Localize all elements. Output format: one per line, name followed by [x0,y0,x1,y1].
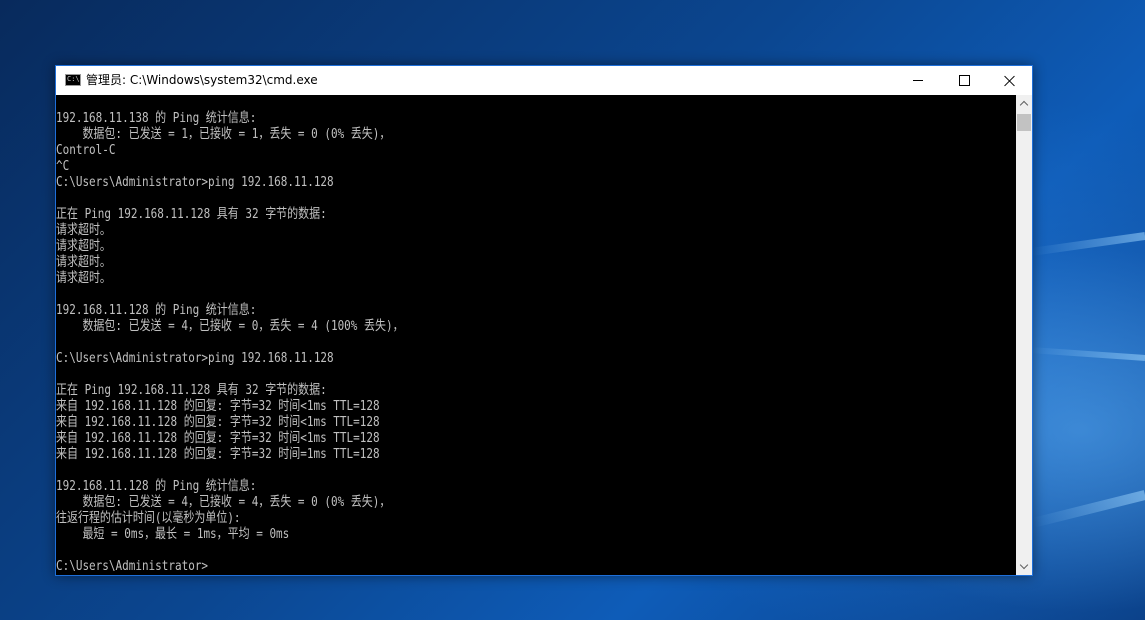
close-icon [1004,75,1016,87]
wallpaper-light-beam [1030,346,1145,361]
console-line: 192.168.11.128 的 Ping 统计信息: [56,303,257,318]
chevron-up-icon [1019,100,1029,110]
console-line: Control-C [56,143,116,158]
console-line: 正在 Ping 192.168.11.128 具有 32 字节的数据: [56,207,327,222]
vertical-scrollbar[interactable] [1016,95,1032,575]
minimize-icon [913,80,923,81]
console-line: C:\Users\Administrator>ping 192.168.11.1… [56,175,334,190]
scroll-thumb[interactable] [1017,114,1031,131]
close-button[interactable] [987,66,1033,95]
cmd-window[interactable]: C:\ 管理员: C:\Windows\system32\cmd.exe 192… [55,65,1033,576]
console-line: 192.168.11.128 的 Ping 统计信息: [56,479,257,494]
console-line: 正在 Ping 192.168.11.128 具有 32 字节的数据: [56,383,327,398]
console-line: 192.168.11.138 的 Ping 统计信息: [56,111,257,126]
console-line: 请求超时。 [56,239,111,254]
console-line: ^C [56,159,70,174]
console-line: 往返行程的估计时间(以毫秒为单位): [56,511,241,526]
chevron-down-icon [1019,560,1029,570]
console-line: 数据包: 已发送 = 4，已接收 = 4，丢失 = 0 (0% 丢失)， [56,495,391,510]
maximize-icon [958,75,970,86]
console-output[interactable]: 192.168.11.138 的 Ping 统计信息: 数据包: 已发送 = 1… [56,95,1016,575]
title-bar[interactable]: C:\ 管理员: C:\Windows\system32\cmd.exe [56,66,1032,95]
console-line: 来自 192.168.11.128 的回复: 字节=32 时间<1ms TTL=… [56,415,380,430]
wallpaper-light-beam [1030,232,1145,256]
maximize-button[interactable] [941,66,987,95]
window-title: 管理员: C:\Windows\system32\cmd.exe [86,73,318,87]
cmd-app-icon-text: C:\ [67,75,80,83]
console-line: 来自 192.168.11.128 的回复: 字节=32 时间=1ms TTL=… [56,447,380,462]
console-line: 数据包: 已发送 = 1，已接收 = 1，丢失 = 0 (0% 丢失)， [56,127,391,142]
console-line: C:\Users\Administrator>ping 192.168.11.1… [56,351,334,366]
minimize-button[interactable] [895,66,941,95]
cmd-app-icon[interactable]: C:\ [65,74,81,86]
console-line: 最短 = 0ms，最长 = 1ms，平均 = 0ms [56,527,290,542]
console-lines: 192.168.11.138 的 Ping 统计信息: 数据包: 已发送 = 1… [56,111,480,575]
console-line: 请求超时。 [56,255,111,270]
console-line: 请求超时。 [56,223,111,238]
console-line: 请求超时。 [56,271,111,286]
console-line: C:\Users\Administrator> [56,559,209,574]
console-line: 来自 192.168.11.128 的回复: 字节=32 时间<1ms TTL=… [56,431,380,446]
scroll-down-button[interactable] [1016,559,1032,575]
scroll-up-button[interactable] [1016,95,1032,111]
wallpaper-light-beam [1032,490,1145,528]
console-line: 数据包: 已发送 = 4，已接收 = 0，丢失 = 4 (100% 丢失)， [56,319,404,334]
console-line: 来自 192.168.11.128 的回复: 字节=32 时间<1ms TTL=… [56,399,380,414]
